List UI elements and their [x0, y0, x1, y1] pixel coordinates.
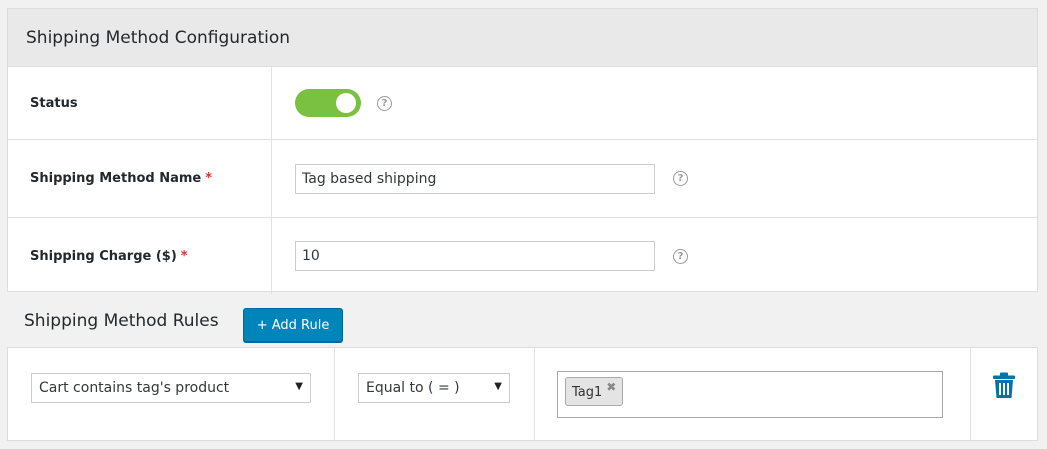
method-name-row: Shipping Method Name* ? [8, 140, 1037, 218]
remove-tag-icon[interactable]: ✖ [606, 380, 616, 394]
required-mark: * [205, 171, 213, 186]
status-toggle[interactable] [295, 89, 361, 117]
tag-label: Tag1 [572, 385, 603, 400]
tags-multiselect[interactable]: Tag1 ✖ [557, 371, 943, 418]
operator-select[interactable]: Equal to ( = ) ▼ [358, 373, 510, 403]
status-row: Status ? [8, 67, 1037, 140]
condition-value: Cart contains tag's product [39, 380, 230, 396]
method-name-label: Shipping Method Name [30, 171, 202, 186]
status-label: Status [30, 95, 78, 111]
method-name-input[interactable] [295, 163, 655, 194]
dropdown-arrow-icon: ▼ [295, 381, 303, 392]
dropdown-arrow-icon: ▼ [494, 381, 502, 392]
shipping-charge-input[interactable] [295, 241, 655, 271]
tag-chip: Tag1 ✖ [565, 377, 624, 406]
rules-title: Shipping Method Rules [24, 311, 219, 331]
shipping-config-panel: Shipping Method Configuration Status ? S… [7, 8, 1038, 294]
trash-icon[interactable] [993, 372, 1015, 402]
operator-value: Equal to ( = ) [366, 380, 460, 396]
help-icon[interactable]: ? [377, 95, 392, 111]
rule-row: Cart contains tag's product ▼ Equal to (… [7, 347, 1038, 441]
shipping-charge-label: Shipping Charge ($) [30, 248, 177, 264]
panel-title: Shipping Method Configuration [8, 9, 1037, 67]
help-icon[interactable]: ? [673, 171, 688, 186]
toggle-knob [336, 93, 356, 113]
help-icon[interactable]: ? [673, 248, 688, 264]
add-rule-button[interactable]: + Add Rule [243, 308, 343, 342]
condition-select[interactable]: Cart contains tag's product ▼ [31, 373, 311, 403]
required-mark: * [180, 248, 188, 264]
shipping-charge-row: Shipping Charge ($)* ? [8, 218, 1037, 294]
